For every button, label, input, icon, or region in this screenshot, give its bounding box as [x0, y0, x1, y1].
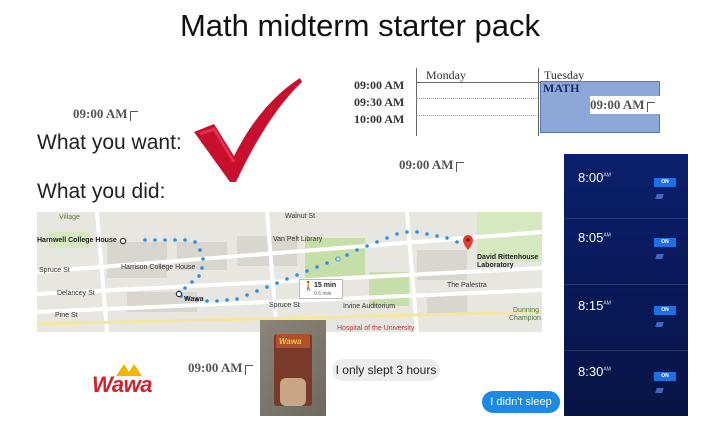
alarm-toggle[interactable]: ON	[654, 178, 676, 187]
walk-icon: 🚶	[303, 281, 315, 291]
alarm-row[interactable]: 8:00AM ON	[564, 160, 688, 216]
route-map[interactable]: Village Walnut St Van Pelt Library Harnw…	[37, 212, 542, 332]
wawa-logo: Wawa	[92, 360, 172, 400]
cup-logo-text: Wawa	[279, 337, 302, 346]
map-marker-destination	[463, 235, 473, 250]
map-label: Pine St	[55, 312, 78, 319]
calendar-event-label: MATH	[543, 81, 580, 95]
time-stamp-text: 09:00 AM	[399, 157, 454, 172]
map-marker-start	[119, 237, 127, 245]
calendar-day-monday: Monday	[426, 68, 466, 82]
alarm-flag-icon	[655, 322, 664, 327]
map-label: Spruce St	[39, 267, 70, 274]
alarm-toggle[interactable]: ON	[654, 306, 676, 315]
map-graphic	[37, 212, 542, 332]
alarm-time: 8:15	[578, 298, 604, 313]
caption-want: What you want:	[37, 131, 182, 154]
caption-did: What you did:	[37, 180, 166, 203]
map-label: Wawa	[184, 296, 204, 303]
calendar-view: Monday Tuesday 09:00 AM 09:30 AM 10:00 A…	[354, 68, 660, 136]
map-label: Van Pelt Library	[273, 236, 323, 243]
map-label: Hospital of the University	[337, 325, 415, 332]
route-duration-box: 🚶 15 min 0.6 mile	[299, 279, 343, 299]
calendar-times: 09:00 AM 09:30 AM 10:00 AM	[354, 78, 426, 129]
alarm-row[interactable]: 8:30AM ON	[564, 354, 688, 410]
time-stamp-center: 09:00 AM	[399, 157, 464, 173]
alarm-ampm: AM	[603, 172, 611, 179]
wawa-logo-text: Wawa	[92, 372, 152, 397]
calendar-stamp: 09:00 AM	[590, 96, 660, 114]
map-label: Dunning	[513, 307, 540, 314]
map-label: Laboratory	[477, 262, 514, 269]
page-title: Math midterm starter pack	[179, 8, 541, 43]
calendar-time: 09:00 AM	[354, 78, 405, 92]
time-stamp-text: 09:00 AM	[73, 106, 128, 121]
map-label: Champion	[509, 315, 541, 322]
alarm-ampm: AM	[603, 300, 611, 307]
chat-bubble-incoming: I only slept 3 hours	[332, 359, 440, 381]
map-label: Village	[59, 214, 80, 221]
checkmark-icon	[194, 78, 302, 182]
alarm-flag-icon	[655, 194, 664, 199]
alarm-time: 8:00	[578, 170, 604, 185]
time-stamp-bottom: 09:00 AM	[188, 360, 253, 376]
alarm-time: 8:05	[578, 230, 604, 245]
route-distance: 0.6 mile	[314, 291, 332, 297]
alarm-flag-icon	[655, 254, 664, 259]
alarm-row[interactable]: 8:05AM ON	[564, 220, 688, 276]
chat-bubble-outgoing: I didn't sleep	[482, 391, 560, 413]
map-label: Delancey St	[57, 290, 95, 297]
map-label: The Palestra	[447, 282, 487, 289]
calendar-time: 09:30 AM	[354, 95, 405, 109]
map-label: Harnwell College House	[37, 237, 117, 244]
alarm-toggle[interactable]: ON	[654, 372, 676, 381]
alarm-list: 8:00AM ON 8:05AM ON 8:15AM ON 8:30AM ON	[564, 154, 688, 416]
route-duration: 15 min	[314, 282, 337, 289]
alarm-toggle[interactable]: ON	[654, 238, 676, 247]
time-stamp-text: 09:00 AM	[188, 360, 243, 375]
alarm-row[interactable]: 8:15AM ON	[564, 288, 688, 344]
map-label: Spruce St	[269, 302, 300, 309]
time-stamp-left: 09:00 AM	[73, 106, 138, 122]
alarm-ampm: AM	[603, 366, 611, 373]
map-label: Walnut St	[285, 213, 316, 220]
map-label: Harrison College House	[121, 264, 196, 271]
map-label: David Rittenhouse	[477, 254, 539, 261]
map-label: Irvine Auditorium	[343, 303, 396, 310]
calendar-time: 10:00 AM	[354, 112, 405, 126]
map-marker-wawa	[175, 290, 183, 298]
alarm-flag-icon	[655, 388, 664, 393]
calendar-stamp-text: 09:00 AM	[590, 97, 645, 112]
coffee-cup-photo: Wawa	[260, 320, 326, 416]
alarm-time: 8:30	[578, 364, 604, 379]
alarm-ampm: AM	[603, 232, 611, 239]
